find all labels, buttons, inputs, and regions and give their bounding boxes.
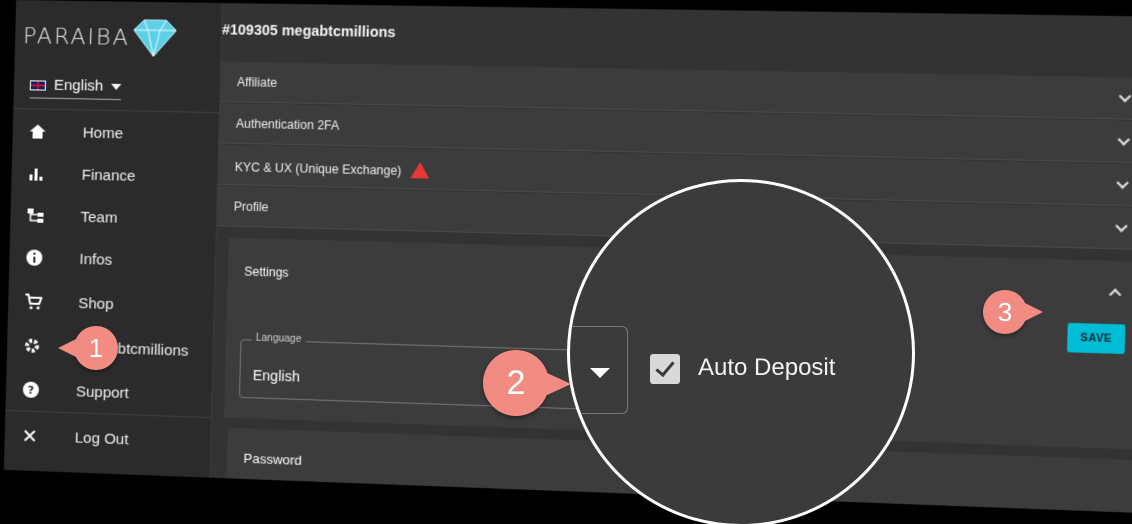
settings-title[interactable]: Settings	[244, 264, 289, 279]
panel-label: Affiliate	[236, 74, 278, 90]
sidebar-item-infos[interactable]: Infos	[9, 236, 217, 284]
paraiba-logo[interactable]: PARAIBA	[23, 16, 183, 59]
auto-deposit-label: Auto Deposit	[698, 354, 836, 381]
step-marker-2: 2	[483, 350, 571, 416]
team-tree-icon	[24, 204, 47, 227]
caret-down-icon	[590, 368, 610, 378]
step-marker-3: 3	[983, 290, 1043, 334]
sidebar-item-label: Shop	[78, 294, 114, 313]
auto-deposit-checkbox[interactable]	[650, 354, 680, 384]
panel-label: KYC & UX (Unique Exchange)	[234, 159, 402, 178]
svg-text:?: ?	[28, 384, 35, 397]
warning-icon	[410, 161, 431, 179]
close-icon	[18, 424, 41, 447]
gear-icon	[21, 334, 44, 357]
uk-flag-icon	[29, 79, 47, 91]
sidebar-item-label: Infos	[79, 250, 113, 269]
sidebar-item-label: Log Out	[74, 428, 129, 448]
language-field-label: Language	[251, 332, 306, 346]
sidebar-item-label: Support	[75, 382, 130, 402]
panel-label: Authentication 2FA	[235, 115, 340, 133]
help-icon: ?	[20, 378, 43, 401]
home-icon	[26, 120, 49, 142]
diamond-icon	[125, 16, 183, 61]
chevron-down-icon	[1116, 176, 1129, 189]
stage: PARAIBA English Home Finance Team Infos …	[0, 0, 1132, 524]
sidebar-item-logout[interactable]: Log Out	[4, 414, 212, 464]
bar-chart-icon	[25, 162, 48, 185]
marker-tail	[1023, 302, 1043, 322]
marker-tail	[58, 338, 78, 358]
sidebar-item-home[interactable]: Home	[12, 110, 220, 157]
panel-label: Password	[243, 450, 303, 468]
marker-tail	[545, 372, 571, 396]
cart-icon	[22, 290, 45, 313]
sidebar-item-label: Finance	[81, 166, 136, 185]
language-selector-value: English	[53, 76, 104, 95]
language-field-value: English	[252, 366, 301, 385]
checkmark-icon	[655, 356, 675, 378]
chevron-down-icon	[1115, 219, 1128, 232]
marker-number: 2	[506, 363, 526, 402]
panel-label-group: KYC & UX (Unique Exchange)	[235, 155, 431, 179]
language-selector[interactable]: English	[29, 76, 122, 101]
sidebar-item-support[interactable]: ? Support	[5, 368, 213, 417]
panel-label: Profile	[233, 198, 269, 214]
page-title: #109305 megabtcmillions	[221, 21, 396, 41]
info-icon	[23, 246, 46, 269]
chevron-up-icon[interactable]	[1108, 288, 1122, 301]
sidebar-item-label: Home	[82, 123, 124, 142]
caret-down-icon	[111, 83, 122, 90]
marker-number: 1	[88, 332, 104, 363]
save-button[interactable]: SAVE	[1066, 322, 1126, 355]
chevron-down-icon	[1118, 89, 1132, 102]
step-marker-1: 1	[58, 326, 118, 370]
sidebar-item-finance[interactable]: Finance	[11, 152, 219, 199]
logo-text: PARAIBA	[22, 23, 131, 51]
app-screen: PARAIBA English Home Finance Team Infos …	[3, 0, 1132, 515]
sidebar: PARAIBA English Home Finance Team Infos …	[3, 0, 223, 478]
chevron-down-icon	[1117, 133, 1131, 146]
sidebar-item-label: Team	[80, 208, 118, 227]
magnifier-callout: Auto Deposit	[567, 179, 915, 524]
sidebar-item-team[interactable]: Team	[10, 194, 218, 241]
sidebar-item-label: abtcmillions	[109, 339, 189, 360]
sidebar-item-shop[interactable]: Shop	[8, 280, 216, 328]
marker-number: 3	[997, 296, 1013, 327]
